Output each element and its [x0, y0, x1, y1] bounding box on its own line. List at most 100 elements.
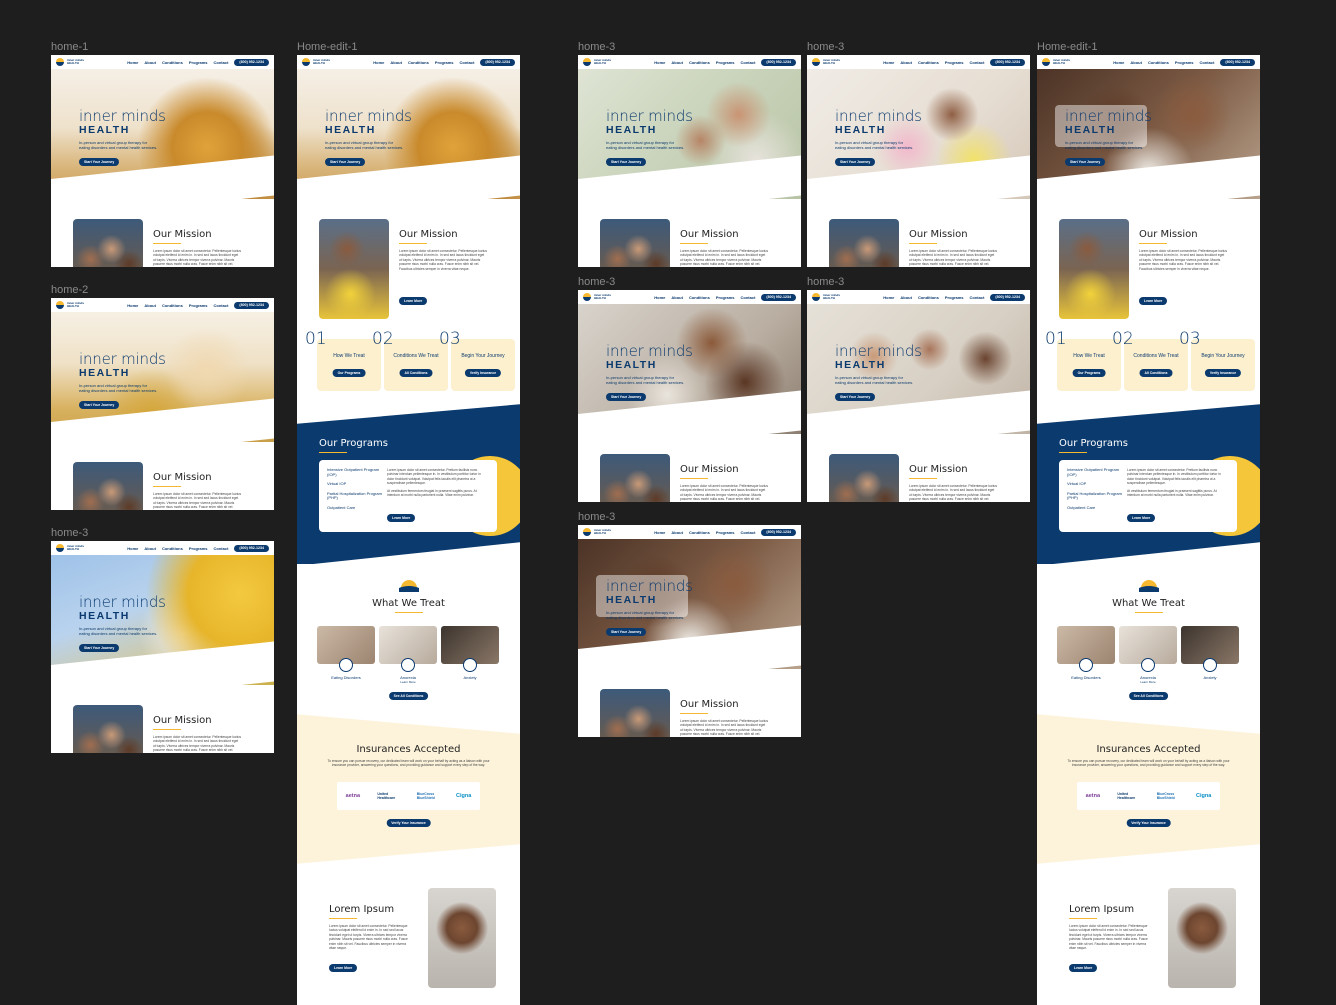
nav-conditions[interactable]: Conditions	[689, 60, 710, 65]
nav-about[interactable]: About	[900, 60, 912, 65]
nav-conditions[interactable]: Conditions	[162, 60, 183, 65]
nav-home[interactable]: Home	[1113, 60, 1124, 65]
nav-programs[interactable]: Programs	[716, 530, 735, 535]
artboard-home-1[interactable]: inner minds HEALTH Home About Conditions…	[51, 55, 274, 267]
programs-learn-more-button[interactable]: Learn More	[1127, 514, 1156, 522]
nav-about[interactable]: About	[671, 295, 683, 300]
start-journey-button[interactable]: Start Your Journey	[1065, 158, 1106, 166]
phone-button[interactable]: (800) 952-1234	[990, 58, 1025, 66]
site-logo[interactable]: inner minds HEALTH	[56, 544, 84, 552]
artboard-home-3-group[interactable]: inner minds HEALTH Home About Conditions…	[807, 290, 1030, 502]
nav-home[interactable]: Home	[883, 60, 894, 65]
frame-label[interactable]: Home-edit-1	[1037, 41, 1098, 53]
artboard-home-3-laugh[interactable]: inner minds HEALTH Home About Conditions…	[578, 290, 801, 502]
start-journey-button[interactable]: Start Your Journey	[79, 158, 120, 166]
frame-label[interactable]: home-3	[578, 41, 615, 53]
program-item[interactable]: Virtual IOP	[327, 482, 382, 487]
nav-contact[interactable]: Contact	[741, 295, 756, 300]
nav-conditions[interactable]: Conditions	[162, 303, 183, 308]
phone-button[interactable]: (800) 952-1234	[480, 58, 515, 66]
nav-about[interactable]: About	[900, 295, 912, 300]
nav-programs[interactable]: Programs	[716, 295, 735, 300]
artboard-home-3-couple[interactable]: inner minds HEALTH Home About Conditions…	[578, 55, 801, 267]
condition-card[interactable]: Anxiety	[1181, 626, 1239, 680]
all-conditions-button[interactable]: All Conditions	[399, 369, 433, 377]
program-item[interactable]: Intensive Outpatient Program (IOP)	[1067, 467, 1122, 477]
our-programs-button[interactable]: Our Programs	[1072, 369, 1106, 377]
phone-button[interactable]: (800) 952-1234	[1220, 58, 1255, 66]
nav-contact[interactable]: Contact	[741, 60, 756, 65]
nav-home[interactable]: Home	[654, 530, 665, 535]
nav-conditions[interactable]: Conditions	[689, 295, 710, 300]
site-logo[interactable]: inner minds HEALTH	[302, 58, 330, 66]
nav-home[interactable]: Home	[654, 60, 665, 65]
artboard-home-edit-1-friends[interactable]: inner minds HEALTH Home About Conditions…	[1037, 55, 1260, 1005]
site-logo[interactable]: inner minds HEALTH	[1042, 58, 1070, 66]
nav-contact[interactable]: Contact	[460, 60, 475, 65]
verify-insurance-button[interactable]: Verify Insurance	[464, 369, 502, 377]
phone-button[interactable]: (800) 952-1234	[990, 293, 1025, 301]
nav-contact[interactable]: Contact	[970, 295, 985, 300]
all-conditions-button[interactable]: All Conditions	[1139, 369, 1173, 377]
nav-home[interactable]: Home	[127, 303, 138, 308]
programs-learn-more-button[interactable]: Learn More	[387, 514, 416, 522]
frame-label[interactable]: home-3	[578, 276, 615, 288]
nav-home[interactable]: Home	[373, 60, 384, 65]
nav-conditions[interactable]: Conditions	[162, 546, 183, 551]
nav-programs[interactable]: Programs	[945, 60, 964, 65]
nav-contact[interactable]: Contact	[214, 303, 229, 308]
nav-home[interactable]: Home	[654, 295, 665, 300]
nav-conditions[interactable]: Conditions	[918, 295, 939, 300]
verify-your-insurance-button[interactable]: Verify Your Insurance	[386, 819, 431, 827]
site-logo[interactable]: inner minds HEALTH	[583, 58, 611, 66]
nav-contact[interactable]: Contact	[1200, 60, 1215, 65]
nav-about[interactable]: About	[671, 530, 683, 535]
nav-home[interactable]: Home	[127, 546, 138, 551]
lorem-learn-more-button[interactable]: Learn More	[1069, 964, 1098, 972]
nav-programs[interactable]: Programs	[1175, 60, 1194, 65]
frame-label[interactable]: home-3	[807, 41, 844, 53]
nav-programs[interactable]: Programs	[189, 303, 208, 308]
nav-programs[interactable]: Programs	[189, 60, 208, 65]
frame-label[interactable]: home-3	[807, 276, 844, 288]
frame-label[interactable]: home-3	[51, 527, 88, 539]
phone-button[interactable]: (800) 952-1234	[761, 58, 796, 66]
site-logo[interactable]: inner minds HEALTH	[812, 293, 840, 301]
start-journey-button[interactable]: Start Your Journey	[79, 644, 120, 652]
nav-contact[interactable]: Contact	[741, 530, 756, 535]
nav-programs[interactable]: Programs	[189, 546, 208, 551]
see-all-conditions-button[interactable]: See All Conditions	[1128, 692, 1169, 700]
artboard-home-3-friends[interactable]: inner minds HEALTH Home About Conditions…	[578, 525, 801, 737]
artboard-home-3-hug[interactable]: inner minds HEALTH Home About Conditions…	[807, 55, 1030, 267]
frame-label[interactable]: home-2	[51, 284, 88, 296]
nav-about[interactable]: About	[671, 60, 683, 65]
nav-conditions[interactable]: Conditions	[918, 60, 939, 65]
mission-learn-more-button[interactable]: Learn More	[399, 297, 428, 305]
start-journey-button[interactable]: Start Your Journey	[79, 401, 120, 409]
condition-card[interactable]: Eating Disorders	[1057, 626, 1115, 680]
program-item[interactable]: Outpatient Care	[327, 505, 382, 511]
nav-contact[interactable]: Contact	[970, 60, 985, 65]
verify-insurance-button[interactable]: Verify Insurance	[1204, 369, 1242, 377]
condition-card[interactable]: Anorexia Learn More	[1119, 626, 1177, 684]
condition-card[interactable]: Eating Disorders	[317, 626, 375, 680]
nav-programs[interactable]: Programs	[716, 60, 735, 65]
verify-your-insurance-button[interactable]: Verify Your Insurance	[1126, 819, 1171, 827]
nav-conditions[interactable]: Conditions	[689, 530, 710, 535]
mission-learn-more-button[interactable]: Learn More	[1139, 297, 1168, 305]
artboard-home-2[interactable]: inner minds HEALTH Home About Conditions…	[51, 298, 274, 510]
condition-card[interactable]: Anorexia Learn More	[379, 626, 437, 684]
program-item[interactable]: Intensive Outpatient Program (IOP)	[327, 467, 382, 477]
phone-button[interactable]: (800) 952-1234	[234, 58, 269, 66]
site-logo[interactable]: inner minds HEALTH	[583, 293, 611, 301]
artboard-home-edit-1[interactable]: inner minds HEALTH Home About Conditions…	[297, 55, 520, 1005]
frame-label[interactable]: home-3	[578, 511, 615, 523]
start-journey-button[interactable]: Start Your Journey	[606, 158, 647, 166]
start-journey-button[interactable]: Start Your Journey	[606, 628, 647, 636]
program-item[interactable]: Partial Hospitalization Program (PHP)	[327, 491, 382, 501]
artboard-home-3[interactable]: inner minds HEALTH Home About Conditions…	[51, 541, 274, 753]
start-journey-button[interactable]: Start Your Journey	[835, 158, 876, 166]
program-item[interactable]: Virtual IOP	[1067, 482, 1122, 487]
nav-programs[interactable]: Programs	[435, 60, 454, 65]
nav-about[interactable]: About	[144, 60, 156, 65]
